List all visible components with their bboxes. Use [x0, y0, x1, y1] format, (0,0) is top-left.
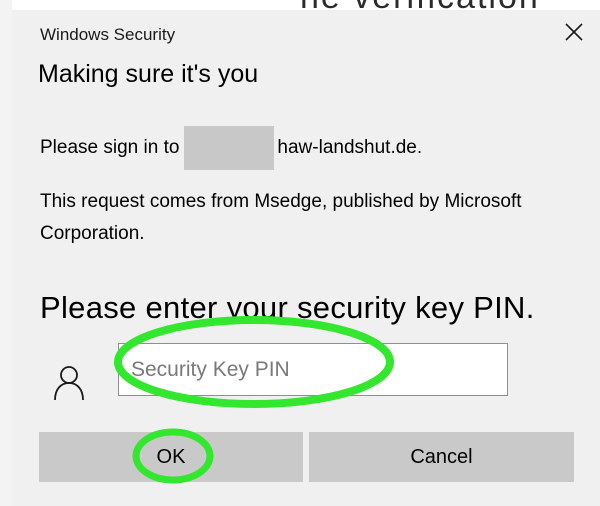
background-edge	[0, 0, 12, 506]
security-key-pin-input[interactable]	[118, 343, 508, 396]
close-button[interactable]	[554, 14, 594, 50]
cancel-button[interactable]: Cancel	[309, 432, 574, 482]
dialog-title: Making sure it's you	[38, 60, 259, 88]
signin-prefix: Please sign in to	[40, 137, 180, 158]
close-icon	[565, 23, 583, 41]
pin-prompt: Please enter your security key PIN.	[40, 290, 535, 325]
screen: ne verification Windows Security Making …	[0, 0, 600, 506]
dialog-app-label: Windows Security	[40, 25, 176, 44]
request-description: This request comes from Msedge, publishe…	[40, 191, 522, 244]
signin-domain: haw-landshut.de.	[277, 137, 423, 158]
ok-button[interactable]: OK	[39, 432, 303, 482]
redacted-username	[184, 126, 275, 170]
signin-line: Please sign in to haw-landshut.de.	[40, 126, 422, 170]
windows-security-dialog: Windows Security Making sure it's you Pl…	[12, 10, 600, 506]
user-icon	[54, 366, 84, 401]
